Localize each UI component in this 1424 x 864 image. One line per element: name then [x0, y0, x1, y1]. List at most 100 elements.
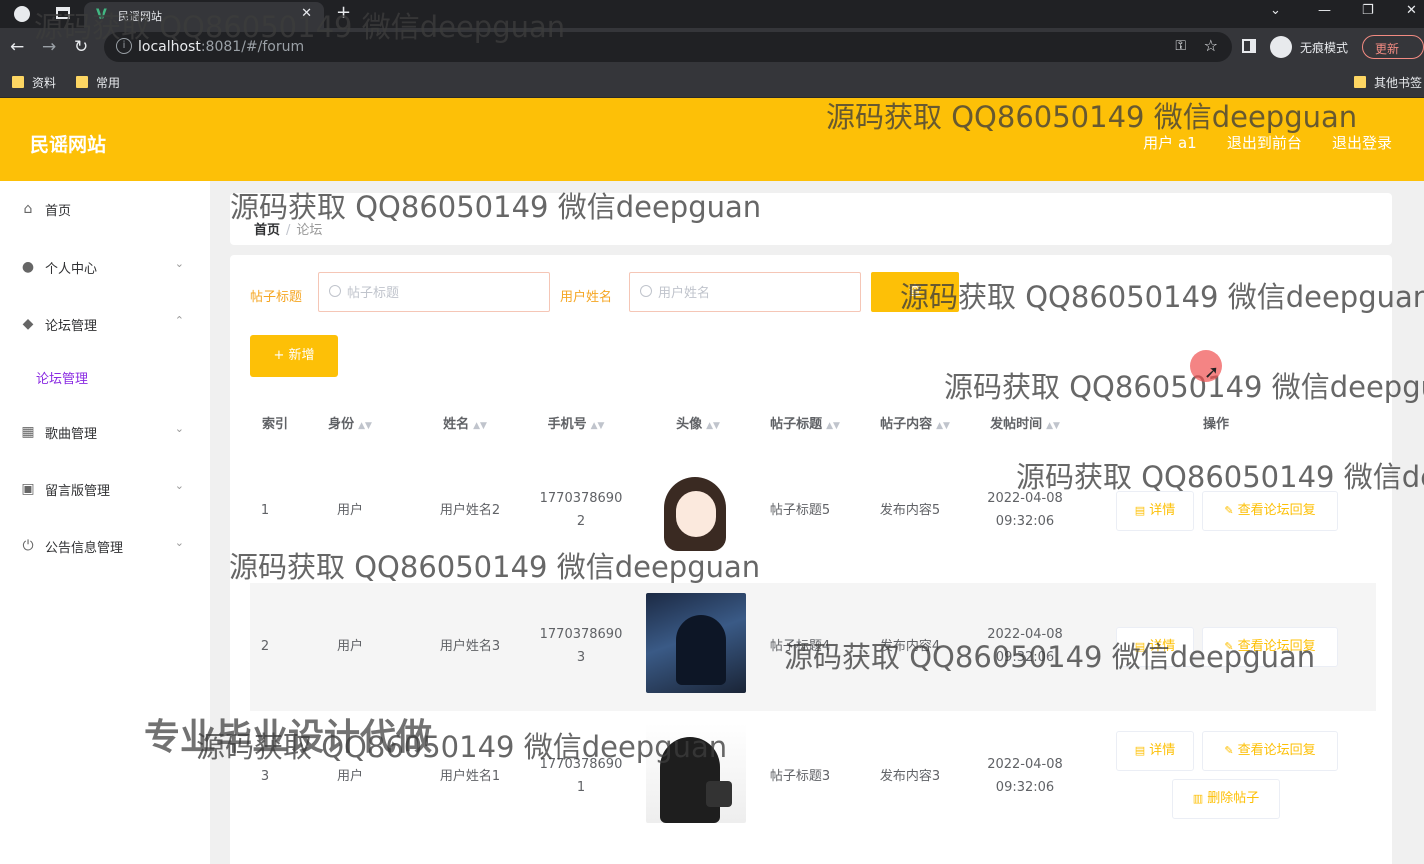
add-button[interactable]: + 新增 [250, 335, 338, 377]
minimize-icon[interactable]: — [1318, 3, 1331, 18]
cell-role: 用户 [336, 769, 363, 784]
search-icon [640, 285, 652, 297]
sort-icon[interactable]: ▲▼ [473, 421, 487, 431]
mouse-cursor-icon: ➚ [1204, 362, 1220, 383]
cell-name: 用户姓名1 [439, 769, 501, 784]
back-icon[interactable]: ← [10, 37, 24, 57]
col-avatar[interactable]: 头像 ▲▼ [650, 413, 746, 432]
back-to-front-link[interactable]: 退出到前台 [1227, 134, 1302, 152]
cell-name: 用户姓名2 [439, 503, 501, 518]
name-search-field[interactable] [629, 272, 861, 312]
watermark-text: 源码获取 QQ86050149 微信deepguan [34, 10, 566, 44]
watermark-text: 源码获取 QQ86050149 微信deepguan [1016, 460, 1424, 494]
bulb-icon: ◆ [22, 316, 34, 332]
home-icon: ⌂ [23, 201, 33, 217]
view-replies-button[interactable]: ✎ 查看论坛回复 [1202, 731, 1338, 771]
cell-index: 2 [260, 639, 270, 654]
logout-link[interactable]: 退出登录 [1332, 134, 1392, 152]
detail-button[interactable]: ▤ 详情 [1116, 491, 1194, 531]
sidebar-subitem-forum[interactable]: 论坛管理 [0, 359, 210, 395]
watermark-text: 源码获取 QQ86050149 微信deepguan [784, 640, 1316, 674]
sidebar-item-songs[interactable]: ▦ 歌曲管理 ⌄ [0, 412, 210, 452]
watermark-text: 源码获取 QQ86050149 微信deepguan [900, 280, 1424, 314]
cell-index: 1 [260, 503, 270, 518]
sidebar-item-label: 论坛管理 [45, 319, 98, 334]
sort-icon[interactable]: ▲▼ [1046, 421, 1060, 431]
sort-icon[interactable]: ▲▼ [826, 421, 840, 431]
folder-icon [12, 76, 24, 88]
sort-icon[interactable]: ▲▼ [591, 421, 605, 431]
detail-button[interactable]: ▤ 详情 [1116, 731, 1194, 771]
col-role[interactable]: 身份 ▲▼ [310, 413, 390, 432]
key-icon[interactable]: ⚿ [1175, 38, 1186, 54]
name-search-input[interactable] [658, 283, 848, 303]
watermark-text: 源码获取 QQ86050149 微信deepguan [944, 370, 1424, 404]
sidebar-item-label: 歌曲管理 [45, 427, 98, 442]
power-icon: ⏻ [22, 538, 34, 554]
edit-icon: ✎ [1224, 504, 1234, 517]
chevron-up-icon: ⌃ [174, 314, 184, 327]
sidebar-item-home[interactable]: ⌂ 首页 [0, 189, 210, 229]
col-title[interactable]: 帖子标题 ▲▼ [750, 413, 860, 432]
sidebar-item-label: 留言版管理 [45, 484, 111, 499]
cell-title: 帖子标题3 [769, 769, 831, 784]
watermark-text: 源码获取 QQ86050149 微信deepguan [229, 550, 761, 584]
sidebar-item-notices[interactable]: ⏻ 公告信息管理 ⌄ [0, 526, 210, 566]
col-name[interactable]: 姓名 ▲▼ [420, 413, 510, 432]
trash-icon: ▥ [1192, 792, 1204, 805]
sidebar-item-forum[interactable]: ◆ 论坛管理 ⌃ [0, 304, 210, 344]
sidebar-item-label: 首页 [45, 204, 72, 219]
update-button[interactable]: 更新 [1362, 35, 1424, 59]
sidebar-subitem-label: 论坛管理 [36, 372, 89, 387]
cell-title: 帖子标题5 [769, 503, 831, 518]
star-icon[interactable]: ☆ [1204, 36, 1218, 55]
chevron-down-icon: ⌄ [174, 422, 184, 435]
sidebar-item-messages[interactable]: ▣ 留言版管理 ⌄ [0, 469, 210, 509]
clipboard-icon: ▣ [21, 481, 35, 497]
sort-icon[interactable]: ▲▼ [358, 421, 372, 431]
bookmark-folder-1[interactable]: 资料 [12, 74, 56, 91]
view-replies-button[interactable]: ✎ 查看论坛回复 [1202, 491, 1338, 531]
col-phone[interactable]: 手机号 ▲▼ [526, 413, 626, 432]
chevron-down-icon: ⌄ [174, 479, 184, 492]
title-filter-label: 帖子标题 [250, 290, 303, 305]
sidebar-item-label: 公告信息管理 [45, 541, 124, 556]
title-search-input[interactable] [347, 283, 537, 303]
col-actions: 操作 [1202, 417, 1229, 432]
browser-globe-icon[interactable] [14, 6, 30, 22]
close-window-icon[interactable]: ✕ [1406, 3, 1417, 18]
app-title: 民谣网站 [30, 134, 107, 156]
cell-content: 发布内容3 [879, 769, 941, 784]
folder-icon [1354, 76, 1366, 88]
sort-icon[interactable]: ▲▼ [936, 421, 950, 431]
user-icon: ● [21, 259, 35, 275]
search-icon [329, 285, 341, 297]
chevron-down-icon[interactable]: ⌄ [1270, 3, 1281, 18]
cell-role: 用户 [336, 639, 363, 654]
cell-time: 2022-04-08 09:32:06 [987, 757, 1063, 795]
document-icon: ▤ [1134, 744, 1146, 757]
document-icon: ▤ [1134, 504, 1146, 517]
col-content[interactable]: 帖子内容 ▲▼ [860, 413, 970, 432]
watermark-text: 源码获取 QQ86050149 微信deepguan [230, 190, 762, 224]
col-time[interactable]: 发帖时间 ▲▼ [970, 413, 1080, 432]
other-bookmarks[interactable]: 其他书签 [1354, 74, 1422, 91]
current-user: 用户 a1 [1143, 134, 1197, 152]
col-index: 索引 [261, 417, 288, 432]
folder-icon [76, 76, 88, 88]
name-filter-label: 用户姓名 [560, 290, 613, 305]
cell-role: 用户 [336, 503, 363, 518]
sort-icon[interactable]: ▲▼ [706, 421, 720, 431]
title-search-field[interactable] [318, 272, 550, 312]
bookmark-folder-2[interactable]: 常用 [76, 74, 120, 91]
cell-index: 3 [260, 769, 270, 784]
incognito-icon[interactable] [1270, 36, 1292, 58]
sidepanel-icon[interactable] [1242, 39, 1256, 53]
cell-content: 发布内容5 [879, 503, 941, 518]
sidebar-item-profile[interactable]: ● 个人中心 ⌄ [0, 247, 210, 287]
delete-post-button[interactable]: ▥ 删除帖子 [1172, 779, 1280, 819]
chevron-down-icon: ⌄ [174, 536, 184, 549]
cell-phone: 1770378690 3 [539, 627, 623, 665]
sidebar-item-label: 个人中心 [45, 262, 98, 277]
restore-icon[interactable]: ❐ [1362, 3, 1374, 18]
